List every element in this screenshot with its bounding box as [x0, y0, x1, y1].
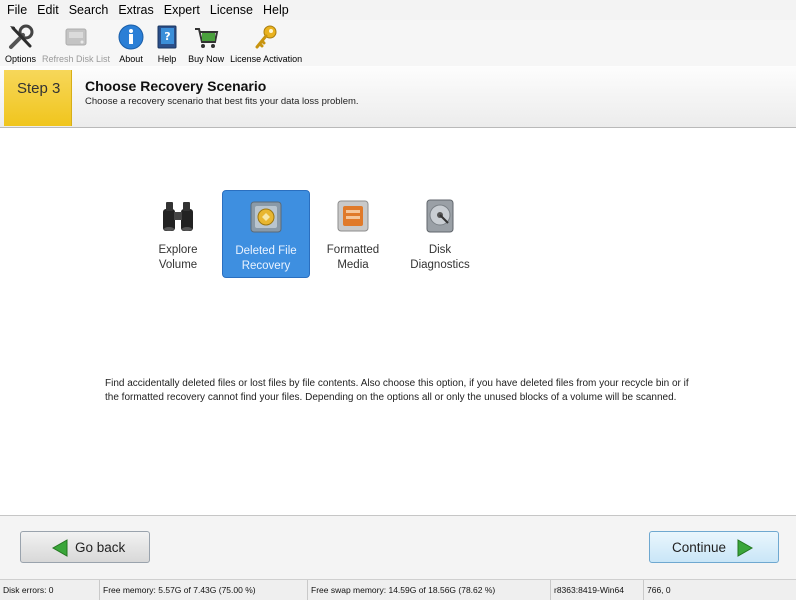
arrow-right-icon: [737, 539, 754, 557]
info-icon: [116, 22, 146, 52]
scenario-label: Disk Diagnostics: [410, 244, 470, 271]
page-subtitle: Choose a recovery scenario that best fit…: [85, 96, 359, 107]
disk-diagnostics-icon: [420, 196, 460, 236]
svg-text:?: ?: [164, 30, 170, 43]
status-build: r8363:8419-Win64: [551, 579, 644, 600]
formatted-disk-icon: [333, 196, 373, 236]
wizard-navigation: Go back Continue: [0, 515, 796, 579]
continue-label: Continue: [672, 539, 727, 555]
refresh-disk-list-button[interactable]: Refresh Disk List: [39, 20, 113, 66]
scenario-label: Deleted File Recovery: [235, 245, 297, 272]
scenario-formatted-media[interactable]: Formatted Media: [309, 190, 397, 278]
menu-file[interactable]: File: [2, 0, 32, 20]
scenario-deleted-file-recovery[interactable]: Deleted File Recovery: [222, 190, 310, 278]
toolbar: Options Refresh Disk List About ? Help B…: [0, 20, 796, 66]
go-back-label: Go back: [75, 539, 126, 555]
recycle-bin-icon: [246, 197, 286, 237]
help-label: Help: [157, 54, 177, 64]
status-disk-errors: Disk errors: 0: [0, 579, 100, 600]
license-activation-label: License Activation: [230, 54, 303, 64]
scenario-explore-volume[interactable]: Explore Volume: [134, 190, 222, 278]
app-window: File Edit Search Extras Expert License H…: [0, 0, 796, 600]
scenario-disk-diagnostics[interactable]: Disk Diagnostics: [396, 190, 484, 278]
about-label: About: [119, 54, 143, 64]
buy-now-label: Buy Now: [188, 54, 225, 64]
buy-now-button[interactable]: Buy Now: [185, 20, 227, 66]
disk-refresh-icon: [61, 22, 91, 52]
about-button[interactable]: About: [113, 20, 149, 66]
options-button[interactable]: Options: [2, 20, 39, 66]
status-free-swap: Free swap memory: 14.59G of 18.56G (78.6…: [308, 579, 551, 600]
go-back-button[interactable]: Go back: [20, 531, 150, 563]
refresh-label: Refresh Disk List: [42, 54, 111, 64]
step-number: Step 3: [17, 80, 61, 97]
license-activation-button[interactable]: License Activation: [227, 20, 305, 66]
continue-button[interactable]: Continue: [649, 531, 779, 563]
key-icon: [251, 22, 281, 52]
menu-bar: File Edit Search Extras Expert License H…: [0, 0, 796, 20]
scenario-description: Find accidentally deleted files or lost …: [105, 378, 689, 403]
scenario-label: Formatted Media: [326, 244, 380, 271]
menu-edit[interactable]: Edit: [32, 0, 64, 20]
shopping-cart-icon: [191, 22, 221, 52]
tools-icon: [6, 22, 36, 52]
scenario-label: Explore Volume: [158, 244, 198, 271]
status-coordinates: 766, 0: [647, 584, 671, 595]
status-bar: Disk errors: 0 Free memory: 5.57G of 7.4…: [0, 579, 796, 600]
status-free-memory: Free memory: 5.57G of 7.43G (75.00 %): [100, 579, 308, 600]
help-button[interactable]: ? Help: [149, 20, 185, 66]
step-badge: Step 3: [4, 70, 72, 126]
page-title: Choose Recovery Scenario: [85, 78, 267, 94]
step-header: Step 3 Choose Recovery Scenario Choose a…: [0, 66, 796, 128]
menu-extras[interactable]: Extras: [113, 0, 158, 20]
menu-license[interactable]: License: [205, 0, 258, 20]
menu-expert[interactable]: Expert: [159, 0, 205, 20]
arrow-left-icon: [51, 539, 68, 557]
scenario-panel: Explore Volume Deleted File Recovery For…: [0, 129, 796, 515]
options-label: Options: [5, 54, 37, 64]
menu-help[interactable]: Help: [258, 0, 294, 20]
help-book-icon: ?: [152, 22, 182, 52]
menu-search[interactable]: Search: [64, 0, 114, 20]
binoculars-icon: [158, 196, 198, 236]
